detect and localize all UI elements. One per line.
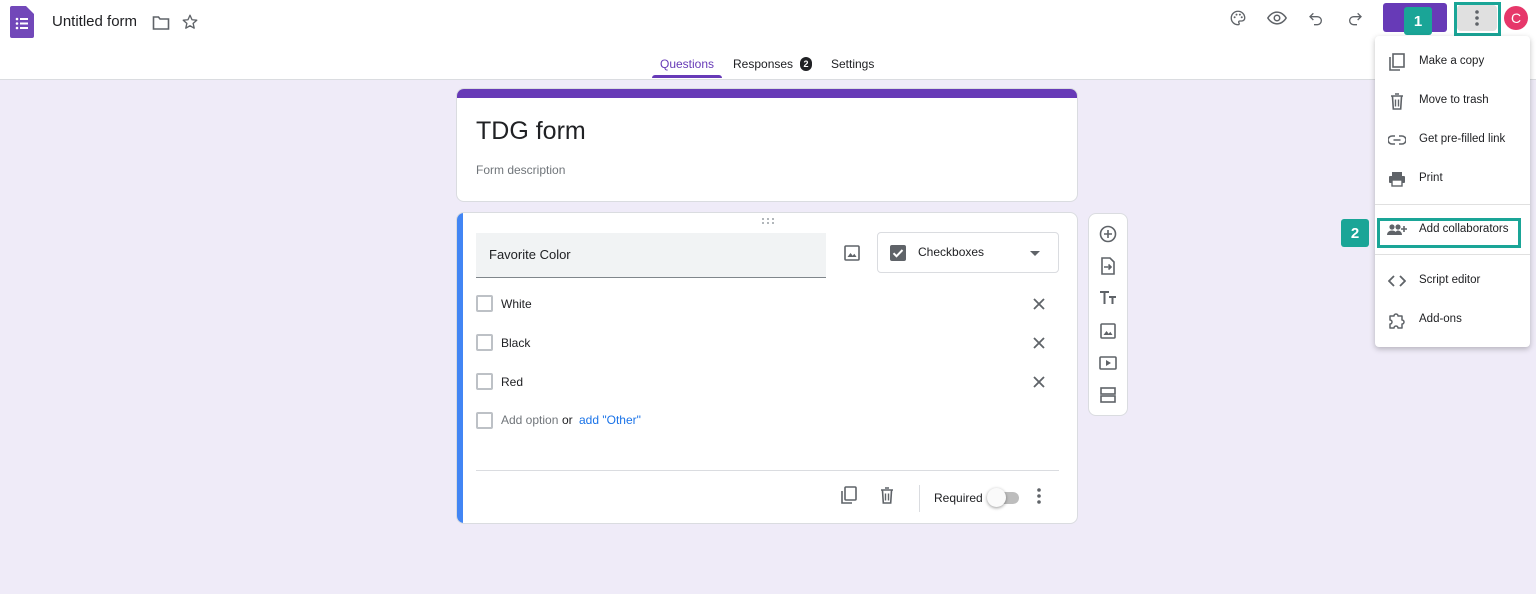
print-icon xyxy=(1387,169,1407,189)
menu-item-add-ons[interactable]: Add-ons xyxy=(1375,301,1530,339)
card-footer-divider xyxy=(476,470,1059,471)
option-label[interactable]: Red xyxy=(501,375,523,389)
menu-item-label: Get pre-filled link xyxy=(1419,133,1506,145)
active-card-indicator xyxy=(457,213,463,523)
add-title-icon[interactable] xyxy=(1098,288,1118,308)
question-type-select[interactable]: Checkboxes xyxy=(877,232,1059,273)
floating-toolbar xyxy=(1088,213,1128,416)
option-checkbox[interactable] xyxy=(476,373,493,390)
required-toggle-knob[interactable] xyxy=(987,488,1006,507)
question-type-label: Checkboxes xyxy=(918,245,985,259)
option-label[interactable]: White xyxy=(501,297,532,311)
add-option-field[interactable]: Add option xyxy=(501,413,558,427)
add-image-icon[interactable] xyxy=(1098,321,1118,341)
menu-separator xyxy=(1375,204,1530,205)
remove-option-icon[interactable] xyxy=(1029,372,1049,392)
more-options-menu: Make a copy Move to trash Get pre-filled… xyxy=(1375,36,1530,347)
add-video-icon[interactable] xyxy=(1098,353,1118,373)
avatar[interactable]: C xyxy=(1504,6,1528,30)
option-checkbox[interactable] xyxy=(476,334,493,351)
trash-icon xyxy=(1387,91,1407,111)
remove-option-icon[interactable] xyxy=(1029,294,1049,314)
duplicate-icon[interactable] xyxy=(838,485,858,505)
copy-icon xyxy=(1387,52,1407,72)
folder-icon[interactable] xyxy=(151,13,171,33)
link-icon xyxy=(1387,130,1407,150)
menu-item-move-to-trash[interactable]: Move to trash xyxy=(1375,82,1530,120)
or-text: or xyxy=(562,413,573,427)
tab-settings[interactable]: Settings xyxy=(831,57,874,71)
option-label[interactable]: Black xyxy=(501,336,530,350)
delete-icon[interactable] xyxy=(877,485,897,505)
step-badge-2: 2 xyxy=(1341,219,1369,247)
question-title-input[interactable]: Favorite Color xyxy=(476,233,826,278)
menu-separator xyxy=(1375,254,1530,255)
tab-responses[interactable]: Responses xyxy=(733,57,793,71)
palette-icon[interactable] xyxy=(1228,8,1248,28)
redo-icon[interactable] xyxy=(1345,8,1365,28)
menu-item-make-copy[interactable]: Make a copy xyxy=(1375,43,1530,81)
footer-vertical-divider xyxy=(919,485,920,512)
menu-item-label: Move to trash xyxy=(1419,94,1489,106)
forms-logo-icon[interactable] xyxy=(10,6,34,38)
remove-option-icon[interactable] xyxy=(1029,333,1049,353)
menu-item-label: Print xyxy=(1419,172,1443,184)
question-more-vert-icon[interactable] xyxy=(1029,486,1049,506)
menu-item-print[interactable]: Print xyxy=(1375,160,1530,198)
add-other-link[interactable]: add "Other" xyxy=(579,413,641,427)
menu-item-label: Script editor xyxy=(1419,274,1481,286)
add-section-icon[interactable] xyxy=(1098,385,1118,405)
code-icon xyxy=(1387,271,1407,291)
option-checkbox[interactable] xyxy=(476,295,493,312)
question-title-text: Favorite Color xyxy=(489,247,571,262)
highlight-add-collaborators xyxy=(1377,218,1521,248)
undo-icon[interactable] xyxy=(1306,8,1326,28)
form-title-card: TDG form Form description xyxy=(456,88,1078,202)
import-questions-icon[interactable] xyxy=(1098,256,1118,276)
checkbox-type-icon xyxy=(889,244,907,262)
top-bar: Untitled form S 1 C Questions Responses … xyxy=(0,0,1536,80)
responses-count-badge: 2 xyxy=(800,57,812,71)
form-description-field[interactable]: Form description xyxy=(476,163,565,177)
menu-item-label: Make a copy xyxy=(1419,55,1485,67)
add-question-icon[interactable] xyxy=(1098,224,1118,244)
form-title[interactable]: TDG form xyxy=(476,117,586,146)
preview-eye-icon[interactable] xyxy=(1267,8,1287,28)
active-tab-indicator xyxy=(652,75,722,78)
add-option-checkbox xyxy=(476,412,493,429)
add-image-icon[interactable] xyxy=(842,243,862,263)
step-badge-1: 1 xyxy=(1404,7,1432,35)
required-label: Required xyxy=(934,491,983,505)
chevron-down-icon xyxy=(1030,249,1040,259)
star-icon[interactable] xyxy=(180,12,200,32)
question-card: Favorite Color Checkboxes White Black Re… xyxy=(456,212,1078,524)
menu-item-script-editor[interactable]: Script editor xyxy=(1375,262,1530,300)
form-doc-title[interactable]: Untitled form xyxy=(52,13,137,30)
puzzle-icon xyxy=(1387,310,1407,330)
drag-handle-icon[interactable] xyxy=(760,217,776,225)
tab-questions[interactable]: Questions xyxy=(660,57,714,71)
highlight-more-button xyxy=(1454,2,1501,36)
menu-item-label: Add-ons xyxy=(1419,313,1462,325)
title-accent-bar xyxy=(457,89,1077,98)
menu-item-prefilled-link[interactable]: Get pre-filled link xyxy=(1375,121,1530,159)
